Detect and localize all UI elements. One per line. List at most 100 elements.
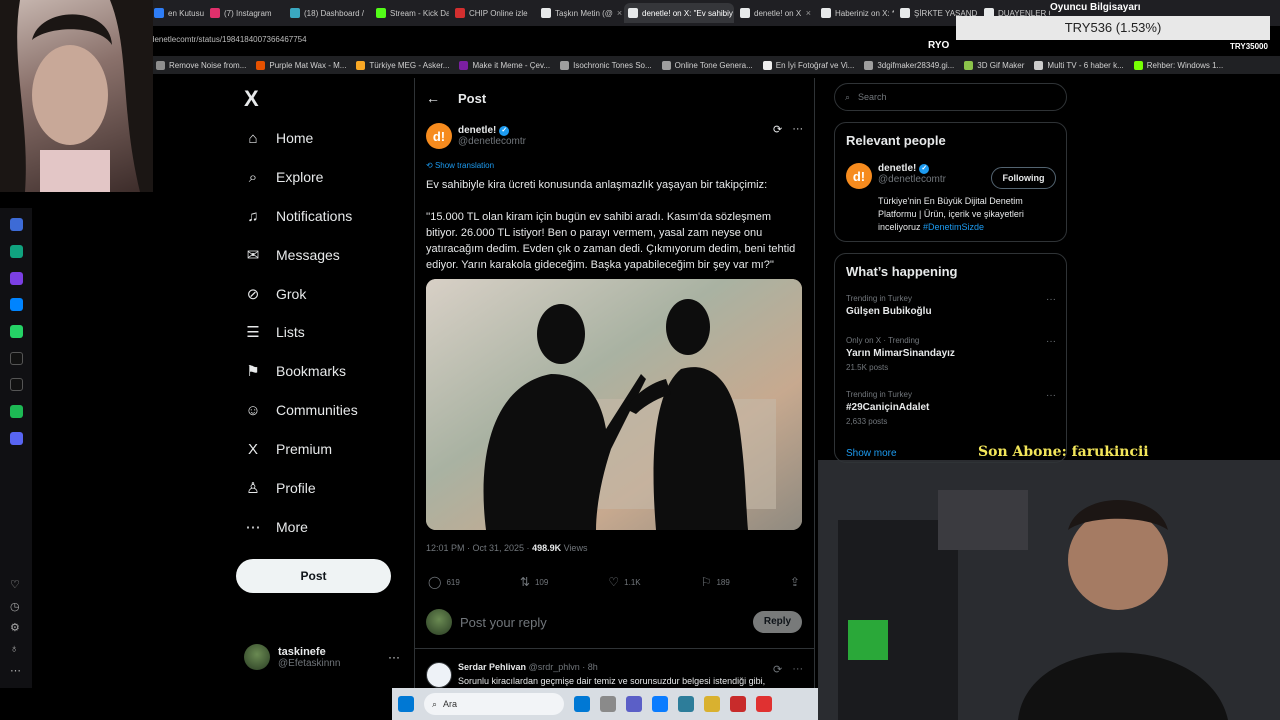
heart-icon[interactable]: ♡ [10,578,20,591]
tiktok-icon[interactable] [10,352,23,365]
bookmark-item[interactable]: Türkiye MEG - Asker... [356,60,449,70]
post-image[interactable] [426,279,802,530]
nav-item-premium[interactable]: X Premium [244,437,332,461]
post-author[interactable]: d! denetle! ✓ @denetlecomtr [426,123,526,149]
address-bar[interactable]: denetlecomtr/status/1984184007366467754 [150,30,930,50]
explore-icon: ⌕ [248,168,258,186]
bookmark-item[interactable]: En İyi Fotoğraf ve Vi... [762,60,854,70]
messenger-icon[interactable] [10,298,23,311]
bookmark-item[interactable]: Isochronic Tones So... [560,60,652,70]
taskbar-app-icon[interactable] [652,696,668,712]
grok-icon[interactable]: ⟳ [773,123,782,136]
reply-item[interactable]: Serdar Pehlivan @srdr_phlvn · 8h Sorunlu… [426,662,765,688]
bookmark-item[interactable]: Purple Mat Wax - M... [256,60,346,70]
post-time[interactable]: 12:01 PM · Oct 31, 2025 · [426,543,532,553]
x-logo[interactable]: X [244,86,259,112]
browser-tab[interactable]: Taşkın Metin (@ × [537,3,622,23]
author-avatar[interactable]: d! [426,123,452,149]
browser-tab[interactable]: (7) Instagram [206,3,284,23]
taskbar-app-icon[interactable] [626,696,642,712]
account-switcher[interactable]: taskinefe @Efetaskinnn [244,644,340,670]
bulb-icon[interactable]: ♁ [10,643,18,655]
search-input[interactable]: ⌕ Search [834,83,1067,111]
trend-item[interactable]: Only on X · Trending Yarın MimarSinandayı… [846,336,1056,372]
person-name[interactable]: denetle! [878,163,916,174]
bookmark-item[interactable]: Make it Meme - Çev... [459,60,550,70]
reply-input[interactable]: Post your reply [460,615,745,630]
bookmark-action[interactable]: ⚐ 189 [701,575,730,589]
chatgpt-icon[interactable] [10,245,23,258]
spotify-icon[interactable] [10,405,23,418]
nav-item-communities[interactable]: ☺ Communities [244,398,357,422]
dock-app-icon[interactable] [10,432,23,445]
more-options-icon[interactable]: ··· [792,123,803,136]
more-icon[interactable]: ⋯ [10,664,21,677]
taskbar-app-icon[interactable] [600,696,616,712]
bookmark-item[interactable]: 3dgifmaker28349.gi... [864,60,954,70]
trend-more-icon[interactable]: ··· [1046,294,1056,305]
more-options-icon[interactable]: ··· [792,663,803,676]
dock-app-icon[interactable] [10,218,23,231]
nav-item-grok[interactable]: ⊘ Grok [244,282,307,306]
nav-item-messages[interactable]: ✉ Messages [244,243,340,267]
following-button[interactable]: Following [991,167,1056,189]
dock-app-icon[interactable] [10,272,23,285]
bookmark-item[interactable]: 3D Gif Maker [964,60,1024,70]
post-button[interactable]: Post [236,559,391,593]
nav-item-profile[interactable]: ♙ Profile [244,476,315,500]
x-icon[interactable] [10,378,23,391]
nav-item-explore[interactable]: ⌕ Explore [244,165,324,189]
account-more-icon[interactable]: ··· [388,650,400,664]
show-translation-label: Show translation [434,161,495,170]
browser-tab[interactable]: Haberiniz on X: *× [817,3,894,23]
browser-tab[interactable]: en Kutusu (51 [150,3,204,23]
taskbar-app-icon[interactable] [574,696,590,712]
like-action[interactable]: ♡ 1.1K [608,575,640,589]
back-arrow-icon[interactable]: ← [426,90,440,106]
nav-item-home[interactable]: ⌂ Home [244,126,313,150]
show-more-link[interactable]: Show more [846,448,897,459]
share-action[interactable]: ⇪ [790,575,800,589]
taskbar-app-icon[interactable] [756,696,772,712]
person-avatar[interactable]: d! [846,163,872,189]
nav-item-lists[interactable]: ☰ Lists [244,320,305,344]
taskbar-app-icon[interactable] [678,696,694,712]
taskbar-search[interactable]: ⌕ Ara [424,693,564,715]
trend-item[interactable]: Trending in Turkey Gülşen Bubikoğlu ··· [846,294,1056,317]
nav-item-bookmarks[interactable]: ⚑ Bookmarks [244,359,346,383]
trend-item[interactable]: Trending in Turkey #29CaniçinAdalet 2,633 … [846,390,1056,426]
clock-icon[interactable]: ◷ [10,600,20,613]
browser-tab[interactable]: denetle! on X: "Ev sahibiy× [624,3,734,23]
bookmark-item[interactable]: Online Tone Genera... [661,60,753,70]
bio-hashtag-link[interactable]: #DenetimSizde [923,222,984,232]
reply-avatar[interactable] [426,662,452,688]
reply-action[interactable]: ◯ 619 [428,575,460,589]
repost-action[interactable]: ⇅ 109 [520,575,548,589]
browser-tab[interactable]: CHIP Online izle [451,3,535,23]
reply-author-name[interactable]: Serdar Pehlivan [458,662,526,672]
trend-more-icon[interactable]: ··· [1046,336,1056,347]
reply-button[interactable]: Reply [753,611,802,633]
taskbar-app-icon[interactable] [704,696,720,712]
browser-tab[interactable]: (18) Dashboard / [286,3,370,23]
tab-close-icon[interactable]: × [617,8,622,18]
grok-icon[interactable]: ⟳ [773,663,782,676]
tab-close-icon[interactable]: × [806,8,811,18]
taskbar-app-icon[interactable] [730,696,746,712]
nav-item-more[interactable]: ⋯ More [244,515,308,539]
bookmark-item[interactable]: Rehber: Windows 1... [1133,60,1223,70]
browser-tab[interactable]: Stream - Kick Da [372,3,449,23]
show-translation-link[interactable]: ⟲ Show translation [426,161,494,170]
browser-tab[interactable]: denetle! on X × [736,3,815,23]
bookmark-item[interactable]: Remove Noise from... [156,60,247,70]
windows-start-icon[interactable] [398,696,414,712]
nav-item-notifications[interactable]: ♫ Notifications [244,204,352,228]
relevant-person[interactable]: d! denetle! ✓ @denetlecomtr [846,163,946,189]
whatsapp-icon[interactable] [10,325,23,338]
author-name[interactable]: denetle! [458,125,496,136]
settings-icon[interactable]: ⚙ [10,621,20,634]
author-handle[interactable]: @denetlecomtr [458,136,526,147]
trend-more-icon[interactable]: ··· [1046,390,1056,401]
bookmark-label: Remove Noise from... [169,60,247,70]
bookmark-item[interactable]: Multi TV - 6 haber k... [1034,60,1124,70]
